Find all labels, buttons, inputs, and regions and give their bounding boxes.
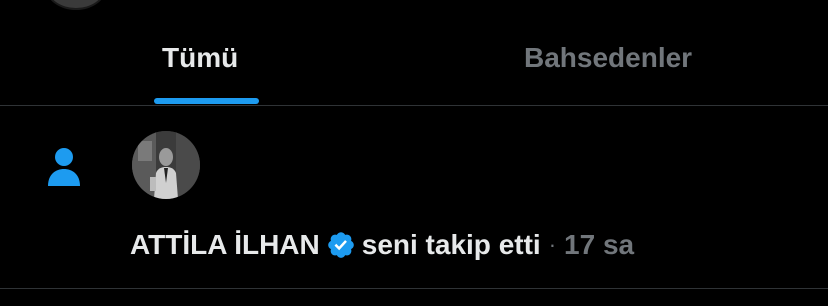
tab-mentions-label: Bahsedenler [524,42,693,73]
user-name[interactable]: ATTİLA İLHAN [130,229,320,261]
avatar[interactable] [132,131,200,199]
follow-person-icon [48,148,80,186]
notification-text: ATTİLA İLHAN seni takip etti · 17 sa [130,227,634,263]
tab-all[interactable]: Tümü [0,42,414,82]
tab-mentions[interactable]: Bahsedenler [414,42,828,82]
tab-all-label: Tümü [162,42,239,73]
notifications-tabs: Tümü Bahsedenler [0,0,828,105]
divider [0,288,828,289]
verified-badge-icon [327,232,354,258]
notification-item[interactable]: ATTİLA İLHAN seni takip etti · 17 sa [0,106,828,288]
timestamp: 17 sa [564,229,635,260]
avatar-photo [132,131,200,199]
action-text: seni takip etti [361,229,541,260]
separator-dot: · [548,232,557,257]
active-tab-indicator [154,98,259,104]
